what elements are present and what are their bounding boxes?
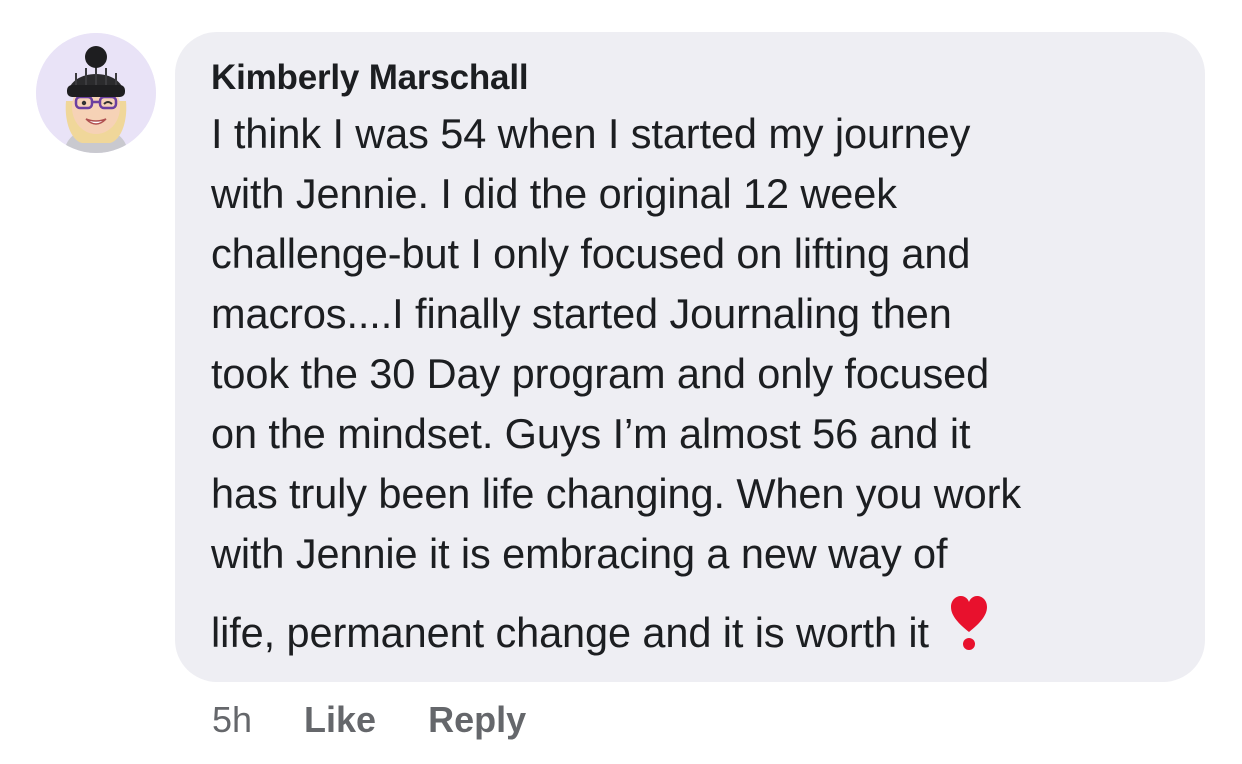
comment-bubble: Kimberly Marschall I think I was 54 when… <box>175 32 1205 682</box>
comment-actions: 5h Like Reply <box>212 698 578 742</box>
comment-text-line-last: life, permanent change and it is worth i… <box>211 596 1185 672</box>
comment-text-line: macros....I finally started Journaling t… <box>211 290 952 337</box>
comment-author[interactable]: Kimberly Marschall <box>211 56 1185 100</box>
comment-text-line: challenge-but I only focused on lifting … <box>211 230 971 277</box>
reply-button[interactable]: Reply <box>428 698 526 742</box>
avatar[interactable] <box>36 33 156 153</box>
comment-text: I think I was 54 when I started my journ… <box>211 104 1185 672</box>
comment-text-line: I think I was 54 when I started my journ… <box>211 110 971 157</box>
comment-text-line: took the 30 Day program and only focused <box>211 350 990 397</box>
comment-text-line: with Jennie. I did the original 12 week <box>211 170 897 217</box>
like-button[interactable]: Like <box>304 698 376 742</box>
comment-text-line: with Jennie it is embracing a new way of <box>211 530 948 577</box>
comment-text-line: has truly been life changing. When you w… <box>211 470 1022 517</box>
heart-exclamation-icon <box>949 596 989 668</box>
avatar-icon <box>36 33 156 153</box>
comment-text-line: life, permanent change and it is worth i… <box>211 608 929 656</box>
comment-timestamp[interactable]: 5h <box>212 698 252 742</box>
comment: Kimberly Marschall I think I was 54 when… <box>0 0 1242 764</box>
comment-text-line: on the mindset. Guys I’m almost 56 and i… <box>211 410 971 457</box>
